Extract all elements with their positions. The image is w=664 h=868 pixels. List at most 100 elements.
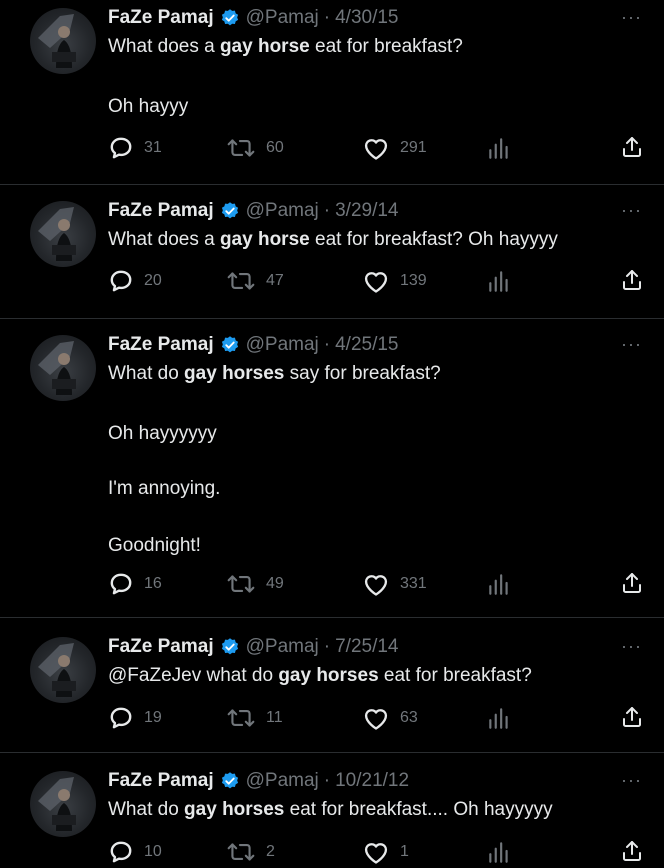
display-name[interactable]: FaZe Pamaj [108,200,214,222]
reply-icon [108,135,144,161]
views-button[interactable] [486,267,522,295]
tweet-text: eat for breakfast? [309,36,463,57]
avatar[interactable] [30,8,96,74]
retweet-button[interactable]: 47 [226,267,284,295]
highlighted-text: gay horses [278,665,379,686]
reply-button[interactable]: 19 [108,704,162,732]
user-handle[interactable]: @Pamaj [246,770,319,792]
verified-badge-icon [220,8,240,28]
highlighted-text: gay horses [184,363,285,384]
share-icon [620,267,644,293]
display-name[interactable]: FaZe Pamaj [108,7,214,29]
tweet-text: eat for breakfast? Oh hayyyy [309,229,558,250]
heart-icon [362,705,400,731]
display-name[interactable]: FaZe Pamaj [108,334,214,356]
reply-count: 31 [144,139,162,156]
retweet-icon [226,135,266,161]
tweet-date[interactable]: 4/25/15 [335,334,398,356]
reply-button[interactable]: 10 [108,838,162,866]
tweet-date[interactable]: 7/25/14 [335,636,398,658]
views-chart-icon [486,571,522,597]
verified-badge-icon [220,637,240,657]
reply-icon [108,839,144,865]
tweet-text: What do [108,363,185,384]
verified-badge-icon [220,771,240,791]
like-button[interactable]: 1 [362,838,409,866]
retweet-icon [226,839,266,865]
views-button[interactable] [486,838,522,866]
action-bar: 31 60 291 [108,134,648,162]
share-button[interactable] [620,134,644,160]
views-button[interactable] [486,570,522,598]
reply-button[interactable]: 31 [108,134,162,162]
reply-button[interactable]: 16 [108,570,162,598]
share-button[interactable] [620,570,644,596]
separator-dot: · [323,200,331,221]
share-button[interactable] [620,267,644,293]
like-button[interactable]: 291 [362,134,427,162]
share-button[interactable] [620,838,644,864]
views-chart-icon [486,268,522,294]
separator-dot: · [323,770,331,791]
highlighted-text: gay horse [219,36,310,57]
avatar[interactable] [30,335,96,401]
avatar[interactable] [30,637,96,703]
action-bar: 19 11 63 [108,704,648,732]
views-button[interactable] [486,704,522,732]
like-count: 331 [400,575,427,592]
tweet-text: @FaZeJev what do [108,665,279,686]
tweet[interactable]: FaZe Pamaj @Pamaj · 3/29/14 ··· What does a g… [0,184,664,318]
retweet-button[interactable]: 2 [226,838,275,866]
tweet-text: I'm annoying. [108,478,221,499]
tweet-header: FaZe Pamaj @Pamaj · 4/30/15 [108,6,399,30]
display-name[interactable]: FaZe Pamaj [108,770,214,792]
tweet-date[interactable]: 4/30/15 [335,7,398,29]
share-icon [620,570,644,596]
tweet-date[interactable]: 10/21/12 [335,770,409,792]
retweet-button[interactable]: 60 [226,134,284,162]
tweet[interactable]: FaZe Pamaj @Pamaj · 4/25/15 ··· What do gay h… [0,318,664,617]
retweet-button[interactable]: 11 [226,704,283,732]
user-handle[interactable]: @Pamaj [246,334,319,356]
reply-icon [108,705,144,731]
verified-badge-icon [220,335,240,355]
views-button[interactable] [486,134,522,162]
user-handle[interactable]: @Pamaj [246,7,319,29]
retweet-button[interactable]: 49 [226,570,284,598]
display-name[interactable]: FaZe Pamaj [108,636,214,658]
user-handle[interactable]: @Pamaj [246,636,319,658]
tweet-text-line: Goodnight! [108,535,201,557]
more-options-icon[interactable]: ··· [621,8,642,26]
reply-count: 10 [144,843,162,860]
like-button[interactable]: 331 [362,570,427,598]
heart-icon [362,135,400,161]
tweet[interactable]: FaZe Pamaj @Pamaj · 10/21/12 ··· What do gay … [0,752,664,868]
avatar[interactable] [30,201,96,267]
tweet-date[interactable]: 3/29/14 [335,200,398,222]
like-button[interactable]: 63 [362,704,418,732]
reply-count: 19 [144,709,162,726]
reply-count: 16 [144,575,162,592]
tweet-text: eat for breakfast? [378,665,532,686]
tweet-text-line: What do gay horses eat for breakfast....… [108,799,553,821]
like-button[interactable]: 139 [362,267,427,295]
more-options-icon[interactable]: ··· [621,637,642,655]
tweet[interactable]: FaZe Pamaj @Pamaj · 7/25/14 ··· @FaZeJev what… [0,617,664,752]
more-options-icon[interactable]: ··· [621,771,642,789]
user-handle[interactable]: @Pamaj [246,200,319,222]
more-options-icon[interactable]: ··· [621,335,642,353]
retweet-count: 2 [266,843,275,860]
views-chart-icon [486,839,522,865]
tweet[interactable]: FaZe Pamaj @Pamaj · 4/30/15 ··· What does a g… [0,0,664,184]
tweet-text: say for breakfast? [284,363,441,384]
avatar[interactable] [30,771,96,837]
like-count: 1 [400,843,409,860]
reply-button[interactable]: 20 [108,267,162,295]
retweet-count: 47 [266,272,284,289]
retweet-count: 11 [266,709,283,726]
action-bar: 10 2 1 [108,838,648,866]
share-button[interactable] [620,704,644,730]
tweet-text: What do [108,799,185,820]
more-options-icon[interactable]: ··· [621,201,642,219]
tweet-text-line: What does a gay horse eat for breakfast?… [108,229,558,251]
